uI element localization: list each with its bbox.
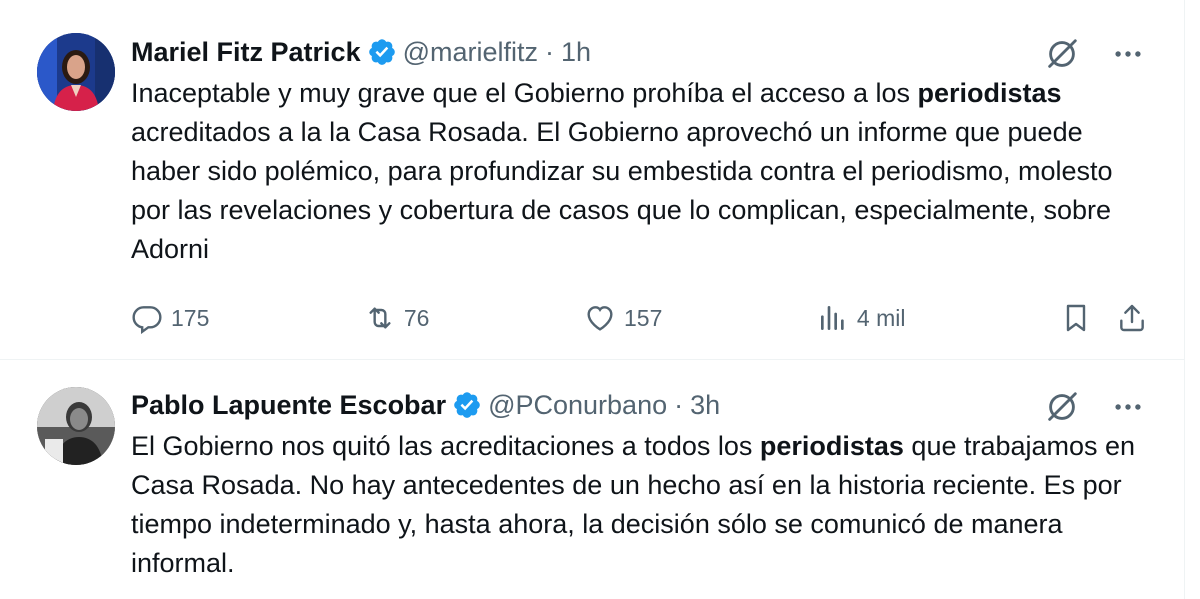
- tweet-text-part: El Gobierno nos quitó las acreditaciones…: [131, 431, 760, 461]
- tweet-text: Inaceptable y muy grave que el Gobierno …: [131, 74, 1148, 269]
- separator-dot: ·: [545, 36, 555, 67]
- repost-count: 76: [403, 304, 430, 331]
- share-button[interactable]: [1116, 302, 1148, 334]
- views-icon: [820, 306, 844, 330]
- avatar[interactable]: [37, 387, 115, 465]
- views-button[interactable]: 4 mil: [817, 302, 906, 334]
- tweet-header: Mariel Fitz Patrick @marielfitz · 1h: [131, 30, 1148, 74]
- tweet-header: Pablo Lapuente Escobar @PConurbano · 3h: [131, 383, 1148, 427]
- like-icon: [587, 306, 613, 331]
- like-count: 157: [624, 304, 663, 331]
- tweet-mariel[interactable]: Mariel Fitz Patrick @marielfitz · 1h Ina…: [0, 0, 1184, 360]
- grok-icon[interactable]: [1042, 34, 1082, 74]
- timestamp[interactable]: 1h: [561, 37, 591, 68]
- more-icon[interactable]: [1108, 387, 1148, 427]
- tweet-pablo[interactable]: Pablo Lapuente Escobar @PConurbano · 3h …: [0, 360, 1184, 599]
- tweet-text-highlight: periodistas: [759, 431, 904, 461]
- share-icon: [1120, 304, 1144, 332]
- views-count: 4 mil: [856, 304, 906, 331]
- separator-dot: ·: [674, 389, 684, 420]
- avatar[interactable]: [37, 33, 115, 111]
- reply-button[interactable]: 175: [131, 302, 209, 334]
- author-name[interactable]: Pablo Lapuente Escobar: [131, 390, 446, 421]
- verified-badge-icon: [367, 37, 397, 67]
- bookmark-button[interactable]: [1060, 302, 1092, 334]
- timestamp[interactable]: 3h: [690, 390, 720, 421]
- grok-icon[interactable]: [1042, 387, 1082, 427]
- repost-icon: [369, 307, 391, 329]
- author-handle[interactable]: @marielfitz: [403, 37, 538, 68]
- author-handle[interactable]: @PConurbano: [488, 390, 667, 421]
- more-icon[interactable]: [1108, 34, 1148, 74]
- tweet-text-part: acreditados a la la Casa Rosada. El Gobi…: [131, 117, 1113, 264]
- verified-badge-icon: [452, 390, 482, 420]
- like-button[interactable]: 157: [584, 302, 662, 334]
- author-name[interactable]: Mariel Fitz Patrick: [131, 37, 361, 68]
- tweet-actions: 175 76 157 4 mil: [131, 298, 1148, 338]
- reply-icon: [132, 306, 162, 334]
- bookmark-icon: [1066, 304, 1086, 332]
- timeline-feed: Mariel Fitz Patrick @marielfitz · 1h Ina…: [0, 0, 1185, 599]
- reply-count: 175: [171, 304, 210, 331]
- tweet-text: El Gobierno nos quitó las acreditaciones…: [131, 427, 1148, 583]
- tweet-text-highlight: periodistas: [917, 78, 1062, 108]
- repost-button[interactable]: 76: [364, 302, 430, 334]
- tweet-text-part: Inaceptable y muy grave que el Gobierno …: [131, 78, 918, 108]
